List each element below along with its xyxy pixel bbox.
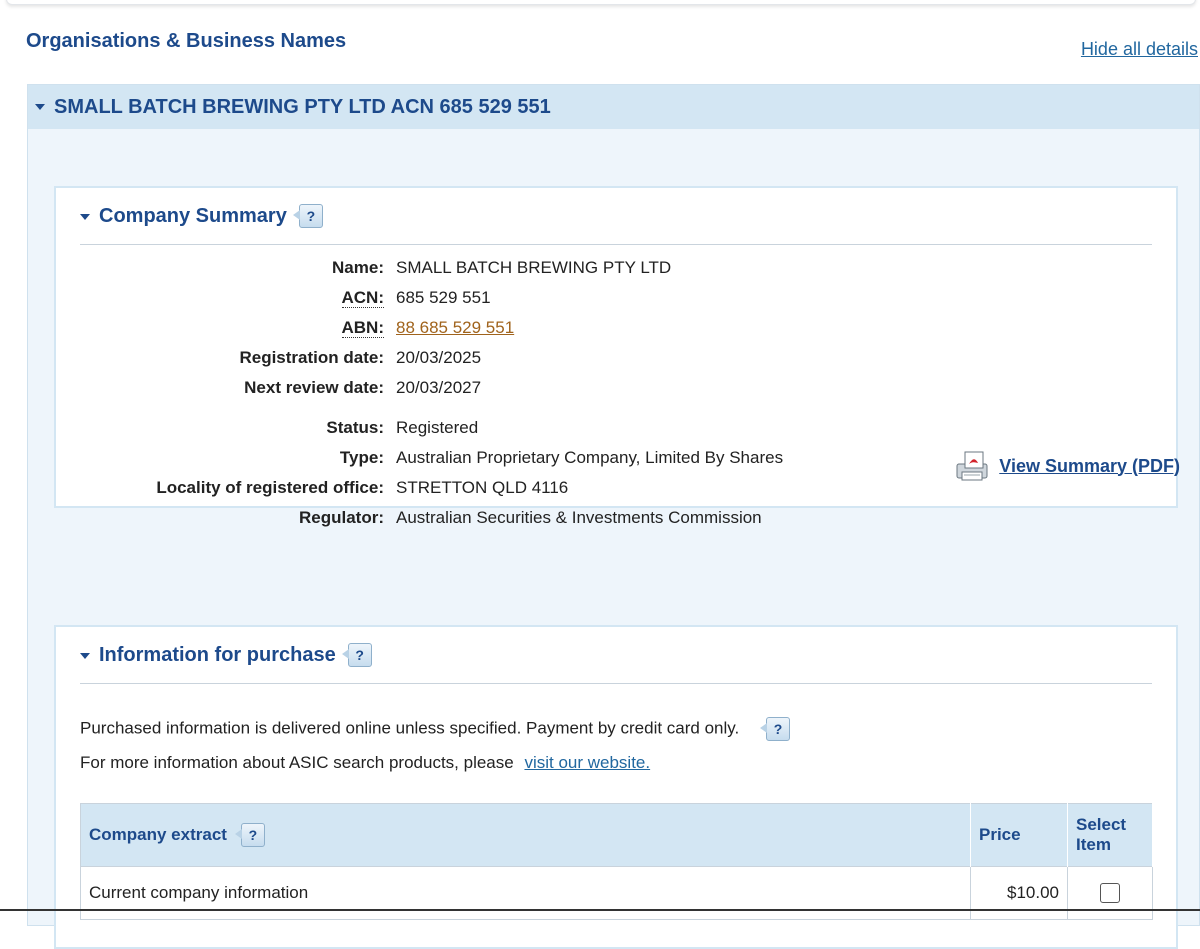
col-price: Price: [970, 803, 1068, 867]
section-title: Information for purchase: [99, 643, 336, 666]
regulator-value: Australian Securities & Investments Comm…: [396, 508, 762, 527]
name-value: SMALL BATCH BREWING PTY LTD: [396, 258, 672, 277]
more-info-note: For more information about ASIC search p…: [80, 753, 651, 772]
page-title: Organisations & Business Names: [26, 30, 347, 52]
entity-title: SMALL BATCH BREWING PTY LTD ACN 685 529 …: [54, 95, 551, 118]
pdf-printer-icon: [956, 451, 988, 481]
abn-link[interactable]: 88 685 529 551: [396, 318, 514, 337]
help-question-icon[interactable]: ?: [341, 643, 372, 667]
delivery-note: Purchased information is delivered onlin…: [80, 717, 790, 741]
next-review-date-value: 20/03/2027: [396, 378, 482, 397]
summary-details: Name: SMALL BATCH BREWING PTY LTD ACN: 6…: [56, 258, 1176, 538]
hide-all-details-link[interactable]: Hide all details: [1081, 39, 1198, 60]
locality-value: STRETTON QLD 4116: [396, 478, 569, 497]
entity-panel: SMALL BATCH BREWING PTY LTD ACN 685 529 …: [27, 84, 1200, 949]
company-summary-section: Company Summary ? Name: SMALL BATCH BREW…: [54, 186, 1180, 527]
next-review-date-label: Next review date:: [244, 378, 384, 397]
section-title: Company Summary: [99, 204, 287, 227]
view-summary-pdf-link[interactable]: View Summary (PDF): [999, 456, 1180, 477]
status-value: Registered: [396, 418, 479, 437]
help-question-icon[interactable]: ?: [292, 204, 323, 228]
extract-name: Current company information: [80, 866, 971, 920]
select-item-checkbox[interactable]: [1100, 883, 1120, 903]
extract-price: $10.00: [970, 866, 1068, 920]
locality-label: Locality of registered office:: [156, 478, 384, 497]
status-label: Status:: [326, 418, 384, 437]
caret-down-icon[interactable]: [80, 653, 90, 659]
type-label: Type:: [339, 448, 384, 467]
table-row: Current company information $10.00: [80, 866, 1153, 920]
registration-date-label: Registration date:: [239, 348, 384, 367]
company-extract-table: Company extract ? Price Select Item Curr…: [80, 803, 1153, 920]
help-question-icon[interactable]: ?: [759, 717, 790, 741]
view-summary-pdf[interactable]: View Summary (PDF): [953, 450, 1180, 482]
entity-header[interactable]: SMALL BATCH BREWING PTY LTD ACN 685 529 …: [28, 85, 1199, 129]
purchase-section: Information for purchase ? Purchased inf…: [54, 625, 1178, 949]
col-company-extract: Company extract ?: [80, 803, 971, 867]
col-select-item: Select Item: [1067, 803, 1153, 867]
company-summary-header: Company Summary ?: [80, 188, 1152, 245]
purchase-header: Information for purchase ?: [80, 627, 1152, 684]
previous-result-card-edge: [6, 0, 1196, 5]
acn-value: 685 529 551: [396, 288, 491, 307]
visit-website-link[interactable]: visit our website.: [524, 753, 650, 772]
acn-label: ACN:: [341, 288, 384, 308]
caret-down-icon[interactable]: [80, 214, 90, 220]
name-label: Name:: [332, 258, 384, 277]
help-question-icon[interactable]: ?: [234, 823, 265, 847]
abn-label: ABN:: [341, 318, 384, 338]
registration-date-value: 20/03/2025: [396, 348, 482, 367]
caret-down-icon[interactable]: [35, 104, 45, 110]
regulator-label: Regulator:: [299, 508, 384, 527]
